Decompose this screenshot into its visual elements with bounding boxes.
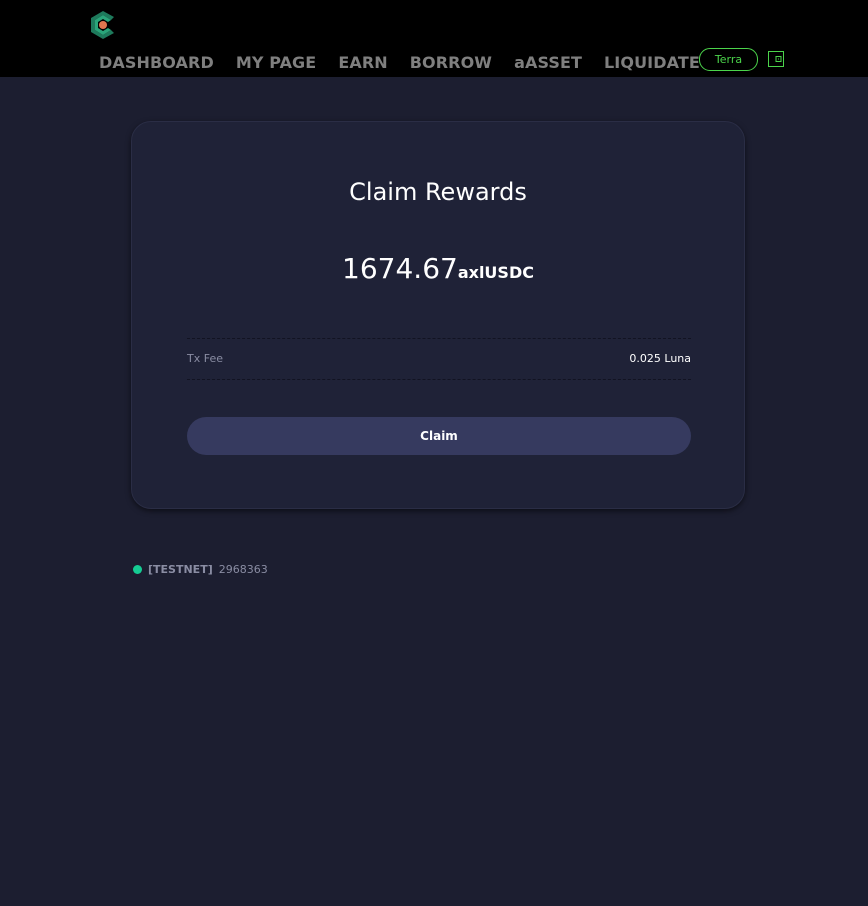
claim-rewards-card: Claim Rewards 1674.67axlUSDC Tx Fee 0.02… xyxy=(131,121,745,509)
block-number[interactable]: 2968363 xyxy=(219,563,268,576)
wallet-icon[interactable] xyxy=(768,51,784,67)
tx-fee-value: 0.025 Luna xyxy=(629,352,691,365)
divider-bottom xyxy=(187,379,691,380)
nav-aasset[interactable]: aASSET xyxy=(514,52,582,74)
network-status: [TESTNET] 2968363 xyxy=(133,562,268,576)
nav-dashboard[interactable]: DASHBOARD xyxy=(99,52,214,74)
anchor-logo-icon[interactable] xyxy=(87,9,119,41)
network-button[interactable]: Terra xyxy=(699,48,758,71)
network-name: [TESTNET] xyxy=(148,562,213,576)
card-title: Claim Rewards xyxy=(349,178,527,206)
tx-fee-label: Tx Fee xyxy=(187,352,223,365)
main-nav: DASHBOARD MY PAGE EARN BORROW aASSET LIQ… xyxy=(99,52,722,74)
status-dot xyxy=(133,564,142,574)
nav-earn[interactable]: EARN xyxy=(338,52,387,74)
reward-amount: 1674.67axlUSDC xyxy=(132,252,744,290)
reward-amount-value: 1674.67 xyxy=(342,252,458,285)
divider-top xyxy=(187,338,691,339)
reward-amount-unit: axlUSDC xyxy=(457,263,534,282)
top-navigation-bar: DASHBOARD MY PAGE EARN BORROW aASSET LIQ… xyxy=(0,0,868,77)
nav-borrow[interactable]: BORROW xyxy=(410,52,492,74)
nav-my-page[interactable]: MY PAGE xyxy=(236,52,316,74)
nav-liquidate[interactable]: LIQUIDATE xyxy=(604,52,700,74)
claim-button[interactable]: Claim xyxy=(187,417,691,455)
